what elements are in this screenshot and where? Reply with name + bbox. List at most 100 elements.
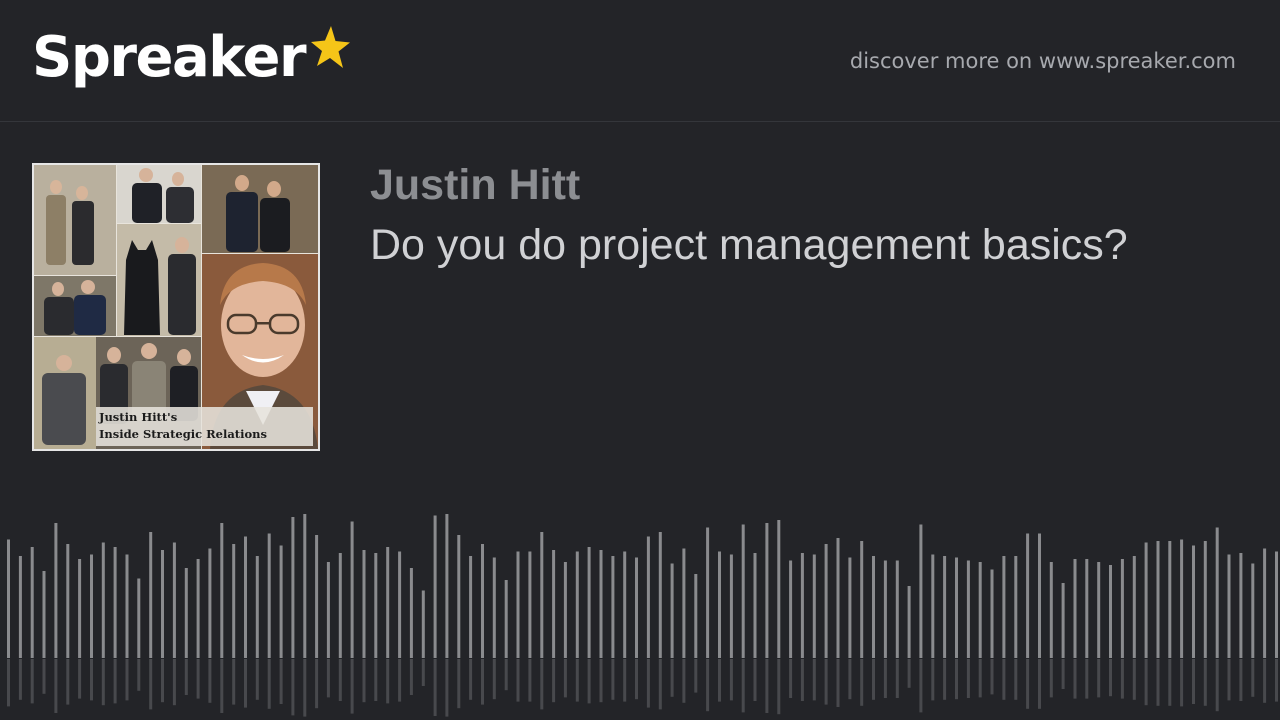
waveform-bar-reflection: [125, 659, 129, 701]
waveform-bar: [101, 542, 105, 658]
waveform-bar: [966, 560, 970, 658]
waveform-bar-reflection: [646, 659, 650, 708]
waveform-bar-reflection: [267, 659, 271, 709]
waveform-bar: [528, 551, 532, 658]
waveform-bar-reflection: [315, 659, 319, 709]
waveform-bar: [1073, 559, 1077, 658]
waveform-bar-reflection: [113, 659, 117, 704]
waveform-bar: [718, 551, 721, 658]
waveform-bar-reflection: [409, 659, 413, 695]
waveform-bar-reflection: [90, 659, 93, 701]
waveform-bar-reflection: [682, 659, 686, 703]
waveform-bar: [196, 559, 200, 658]
waveform-bar: [1085, 559, 1089, 658]
waveform-bar: [563, 562, 567, 658]
waveform-bar: [172, 542, 176, 658]
audio-waveform[interactable]: [0, 500, 1280, 720]
waveform-bar: [1002, 556, 1006, 658]
waveform-bar: [836, 538, 840, 658]
waveform-bar: [445, 514, 449, 658]
waveform-bar-reflection: [291, 659, 295, 716]
podcast-cover-art[interactable]: Justin Hitt's Inside Strategic Relations: [32, 163, 320, 451]
waveform-bar-reflection: [1156, 659, 1160, 706]
waveform-bar: [670, 563, 674, 658]
waveform-bar-reflection: [563, 659, 567, 698]
waveform-bar: [990, 569, 994, 658]
waveform-bar: [860, 541, 864, 658]
waveform-bar-reflection: [623, 659, 627, 702]
waveform-bar: [291, 517, 295, 658]
waveform-bar-reflection: [753, 659, 757, 701]
waveform-bar-reflection: [184, 659, 188, 695]
waveform-bar: [812, 554, 816, 658]
waveform-bar: [409, 568, 413, 658]
waveform-bar: [1038, 533, 1041, 658]
waveform-bar: [1109, 565, 1112, 658]
spreaker-logo[interactable]: Spreaker: [32, 24, 351, 96]
waveform-bar: [931, 554, 935, 658]
waveform-bar-reflection: [1144, 659, 1148, 706]
waveform-bar: [516, 551, 520, 658]
waveform-bar: [1239, 553, 1243, 658]
waveform-bar-reflection: [481, 659, 484, 705]
waveform-bar-reflection: [765, 659, 769, 713]
waveform-bar-reflection: [966, 659, 970, 698]
waveform-bar-reflection: [78, 659, 82, 699]
waveform-bar-reflection: [516, 659, 520, 702]
waveform-bar-reflection: [694, 659, 698, 693]
author-name[interactable]: Justin Hitt: [370, 158, 580, 212]
waveform-bar-reflection: [433, 659, 437, 716]
waveform-bar: [1227, 554, 1231, 658]
waveform-bar-reflection: [812, 659, 816, 701]
waveform-bar-reflection: [1239, 659, 1243, 701]
waveform-bar-reflection: [611, 659, 615, 700]
waveform-bar-reflection: [575, 659, 579, 702]
waveform-bar: [18, 556, 22, 658]
waveform-bar: [30, 547, 34, 658]
waveform-bar-reflection: [883, 659, 887, 698]
waveform-bar-reflection: [978, 659, 982, 698]
waveform-bar: [789, 560, 793, 658]
waveform-bar-reflection: [895, 659, 899, 698]
waveform-bar: [540, 532, 544, 658]
waveform-bar: [78, 559, 82, 658]
waveform-bar: [575, 551, 579, 658]
waveform-bar-reflection: [540, 659, 544, 710]
waveform-bar-reflection: [445, 659, 449, 717]
waveform-bar: [1097, 562, 1101, 658]
waveform-bar-reflection: [386, 659, 390, 704]
waveform-bar-reflection: [232, 659, 236, 705]
waveform-bar-reflection: [362, 659, 366, 703]
waveform-bar-reflection: [528, 659, 532, 702]
waveform-bar: [919, 524, 923, 658]
waveform-bar: [1251, 563, 1255, 658]
logo-wordmark: Spreaker: [32, 25, 307, 90]
waveform-bar: [1168, 541, 1172, 658]
waveform-bar: [421, 590, 425, 658]
waveform-bar-reflection: [374, 659, 378, 701]
waveform-bar-reflection: [149, 659, 153, 710]
waveform-bar-reflection: [552, 659, 556, 703]
waveform-bar-reflection: [1132, 659, 1136, 700]
waveform-bar: [706, 527, 710, 658]
waveform-bar-reflection: [1227, 659, 1231, 701]
waveform-bar: [362, 550, 366, 658]
waveform-bar: [800, 553, 804, 658]
waveform-bar-reflection: [1097, 659, 1101, 698]
waveform-bar-reflection: [741, 659, 745, 713]
waveform-bar: [161, 550, 164, 658]
waveform-bar: [315, 535, 319, 658]
waveform-bar: [765, 523, 769, 658]
waveform-bar: [848, 557, 852, 658]
waveform-bar-reflection: [1014, 659, 1018, 700]
episode-title: Do you do project management basics?: [370, 221, 1128, 269]
waveform-bar: [7, 539, 10, 658]
waveform-bar: [635, 557, 638, 658]
waveform-bar: [1275, 551, 1278, 658]
discover-more-link[interactable]: discover more on www.spreaker.com: [850, 46, 1236, 76]
waveform-bar-reflection: [1109, 659, 1112, 697]
waveform-bar-reflection: [1038, 659, 1041, 709]
waveform-bar: [66, 544, 70, 658]
waveform-bar-reflection: [931, 659, 935, 701]
waveform-bar: [682, 548, 686, 658]
